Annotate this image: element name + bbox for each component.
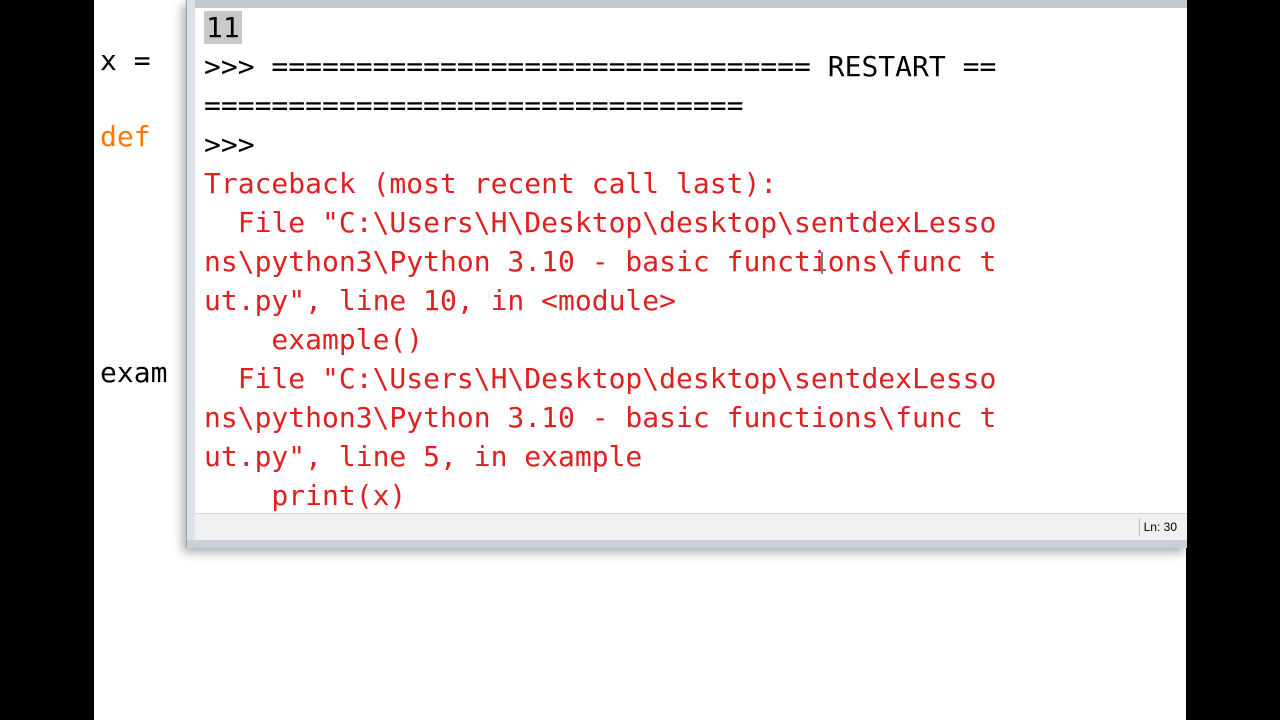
traceback-line: ns\python3\Python 3.10 - basic functions… [204,245,997,278]
python-shell-window[interactable]: 11 >>> ================================ … [186,0,1187,548]
status-bar: Ln: 30 [195,513,1187,541]
shell-output-line: 11 [204,8,242,47]
traceback-line: ut.py", line 5, in example [204,440,643,473]
restart-line-continued: ================================ [204,89,744,122]
traceback-line: print(x) [204,479,407,512]
traceback-header: Traceback (most recent call last): [204,167,778,200]
window-frame-left [187,0,195,540]
window-frame-bottom [187,540,1187,548]
traceback-line: File "C:\Users\H\Desktop\desktop\sentdex… [204,206,997,239]
window-frame-top [187,0,1187,8]
shell-text-area[interactable]: 11 >>> ================================ … [195,8,1187,513]
traceback-line: ut.py", line 10, in <module> [204,284,677,317]
restart-line: >>> ================================ RES… [204,50,997,83]
text-cursor-icon [821,252,823,274]
selected-output: 11 [204,11,242,44]
traceback-line: example() [204,323,424,356]
editor-line-exam: exam [100,356,168,389]
editor-line-def: def [100,120,151,153]
line-column-indicator: Ln: 30 [1138,518,1181,536]
traceback-line: ns\python3\Python 3.10 - basic functions… [204,401,997,434]
traceback-line: File "C:\Users\H\Desktop\desktop\sentdex… [204,362,997,395]
editor-line-x: x = [100,44,151,77]
shell-prompt: >>> [204,128,272,161]
